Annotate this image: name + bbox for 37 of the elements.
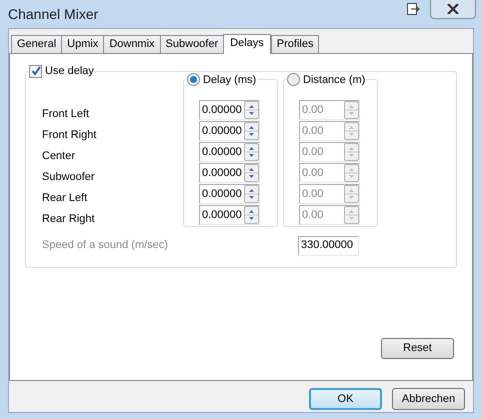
reset-button[interactable]: Reset [381, 338, 454, 359]
spin-arrows-icon[interactable] [244, 164, 259, 182]
delay-spinbox[interactable]: 0.00000 [199, 184, 260, 204]
close-icon [447, 4, 459, 14]
dialog-button[interactable]: Abbrechen [392, 388, 465, 410]
speed-label: Speed of a sound (m/sec) [42, 238, 169, 254]
delay-spinbox[interactable]: 0.00000 [199, 100, 260, 120]
tab[interactable]: General [11, 35, 62, 53]
tab[interactable]: Upmix [61, 35, 104, 53]
channel-label: Subwoofer [42, 170, 96, 184]
spin-arrows-icon[interactable] [244, 185, 259, 203]
close-button[interactable] [430, 0, 476, 19]
spin-arrows-icon[interactable] [244, 101, 259, 119]
mode-radio[interactable]: Distance (m) [287, 72, 366, 88]
window-menu-icon[interactable] [406, 2, 420, 16]
delay-spinbox[interactable]: 0.00000 [199, 205, 260, 225]
channel-label: Front Right [42, 128, 98, 142]
dialog-button[interactable]: OK [309, 388, 382, 410]
tab[interactable]: Delays [223, 34, 271, 54]
channel-label: Rear Right [42, 212, 96, 226]
use-delay-checkbox[interactable]: Use delay [29, 63, 94, 80]
channel-label: Front Left [42, 106, 90, 122]
delay-spinbox[interactable]: 0.00000 [199, 121, 260, 141]
tab[interactable]: Subwoofer [160, 35, 224, 53]
checkmark-icon [30, 66, 40, 76]
speed-field[interactable]: 330.00000 [298, 236, 359, 256]
tab[interactable]: Profiles [270, 35, 320, 53]
spin-arrows-icon[interactable] [244, 206, 259, 224]
window-title: Channel Mixer [8, 4, 100, 24]
channel-label: Center [42, 148, 76, 164]
delay-spinbox[interactable]: 0.00000 [199, 142, 260, 162]
delay-spinbox[interactable]: 0.00000 [199, 163, 260, 183]
spin-arrows-icon[interactable] [244, 143, 259, 161]
mode-radio[interactable]: Delay (ms) [187, 72, 256, 88]
spin-arrows-icon[interactable] [244, 122, 259, 140]
tab[interactable]: Downmix [103, 35, 161, 53]
channel-label: Rear Left [42, 190, 88, 206]
